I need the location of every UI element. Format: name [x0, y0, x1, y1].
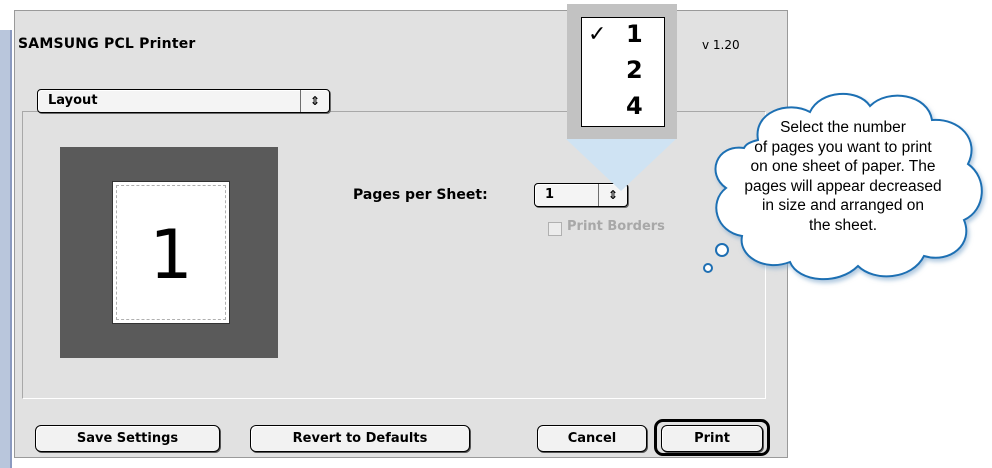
- layout-popup-label: Layout: [48, 93, 98, 108]
- callout-line: the sheet.: [808, 216, 878, 234]
- print-borders-checkbox[interactable]: [548, 222, 562, 236]
- checkmark-icon: ✓: [588, 22, 607, 47]
- cancel-button[interactable]: Cancel: [537, 425, 647, 452]
- revert-defaults-button[interactable]: Revert to Defaults: [250, 425, 470, 452]
- layout-panel-popup[interactable]: Layout ⇕: [37, 89, 330, 113]
- callout-line: of pages you want to print: [754, 138, 932, 156]
- preview-page-number: 1: [149, 216, 193, 295]
- revert-defaults-label: Revert to Defaults: [292, 431, 428, 446]
- print-borders-label: Print Borders: [567, 219, 665, 234]
- save-settings-button[interactable]: Save Settings: [35, 425, 220, 452]
- callout-text: Select the number of pages you want to p…: [698, 118, 988, 235]
- pages-per-sheet-value: 1: [545, 187, 555, 202]
- menu-item-4[interactable]: 4: [582, 92, 664, 122]
- print-button[interactable]: Print: [661, 425, 763, 452]
- menu-item-1[interactable]: ✓ 1: [582, 20, 664, 50]
- preview-sheet: 1: [112, 181, 230, 324]
- callout-beam: [566, 139, 676, 191]
- pages-per-sheet-label: Pages per Sheet:: [353, 187, 488, 203]
- popup-arrows-icon: ⇕: [300, 90, 329, 112]
- callout-line: on one sheet of paper. The: [750, 158, 936, 175]
- version-label: v 1.20: [702, 38, 740, 52]
- cancel-label: Cancel: [567, 431, 617, 446]
- callout-line: Select the number: [780, 119, 906, 136]
- menu-item-value: 2: [626, 56, 643, 84]
- printer-title: SAMSUNG PCL Printer: [18, 36, 196, 52]
- menu-item-value: 4: [626, 92, 643, 120]
- save-settings-label: Save Settings: [76, 431, 179, 446]
- callout-line: pages will appear decreased: [744, 177, 942, 195]
- left-edge-strip: [0, 30, 12, 468]
- print-label: Print: [694, 431, 730, 446]
- menu-item-value: 1: [626, 20, 643, 48]
- pages-per-sheet-menu: ✓ 1 2 4: [581, 17, 665, 127]
- callout-line: in size and arranged on: [761, 197, 924, 214]
- menu-item-2[interactable]: 2: [582, 56, 664, 86]
